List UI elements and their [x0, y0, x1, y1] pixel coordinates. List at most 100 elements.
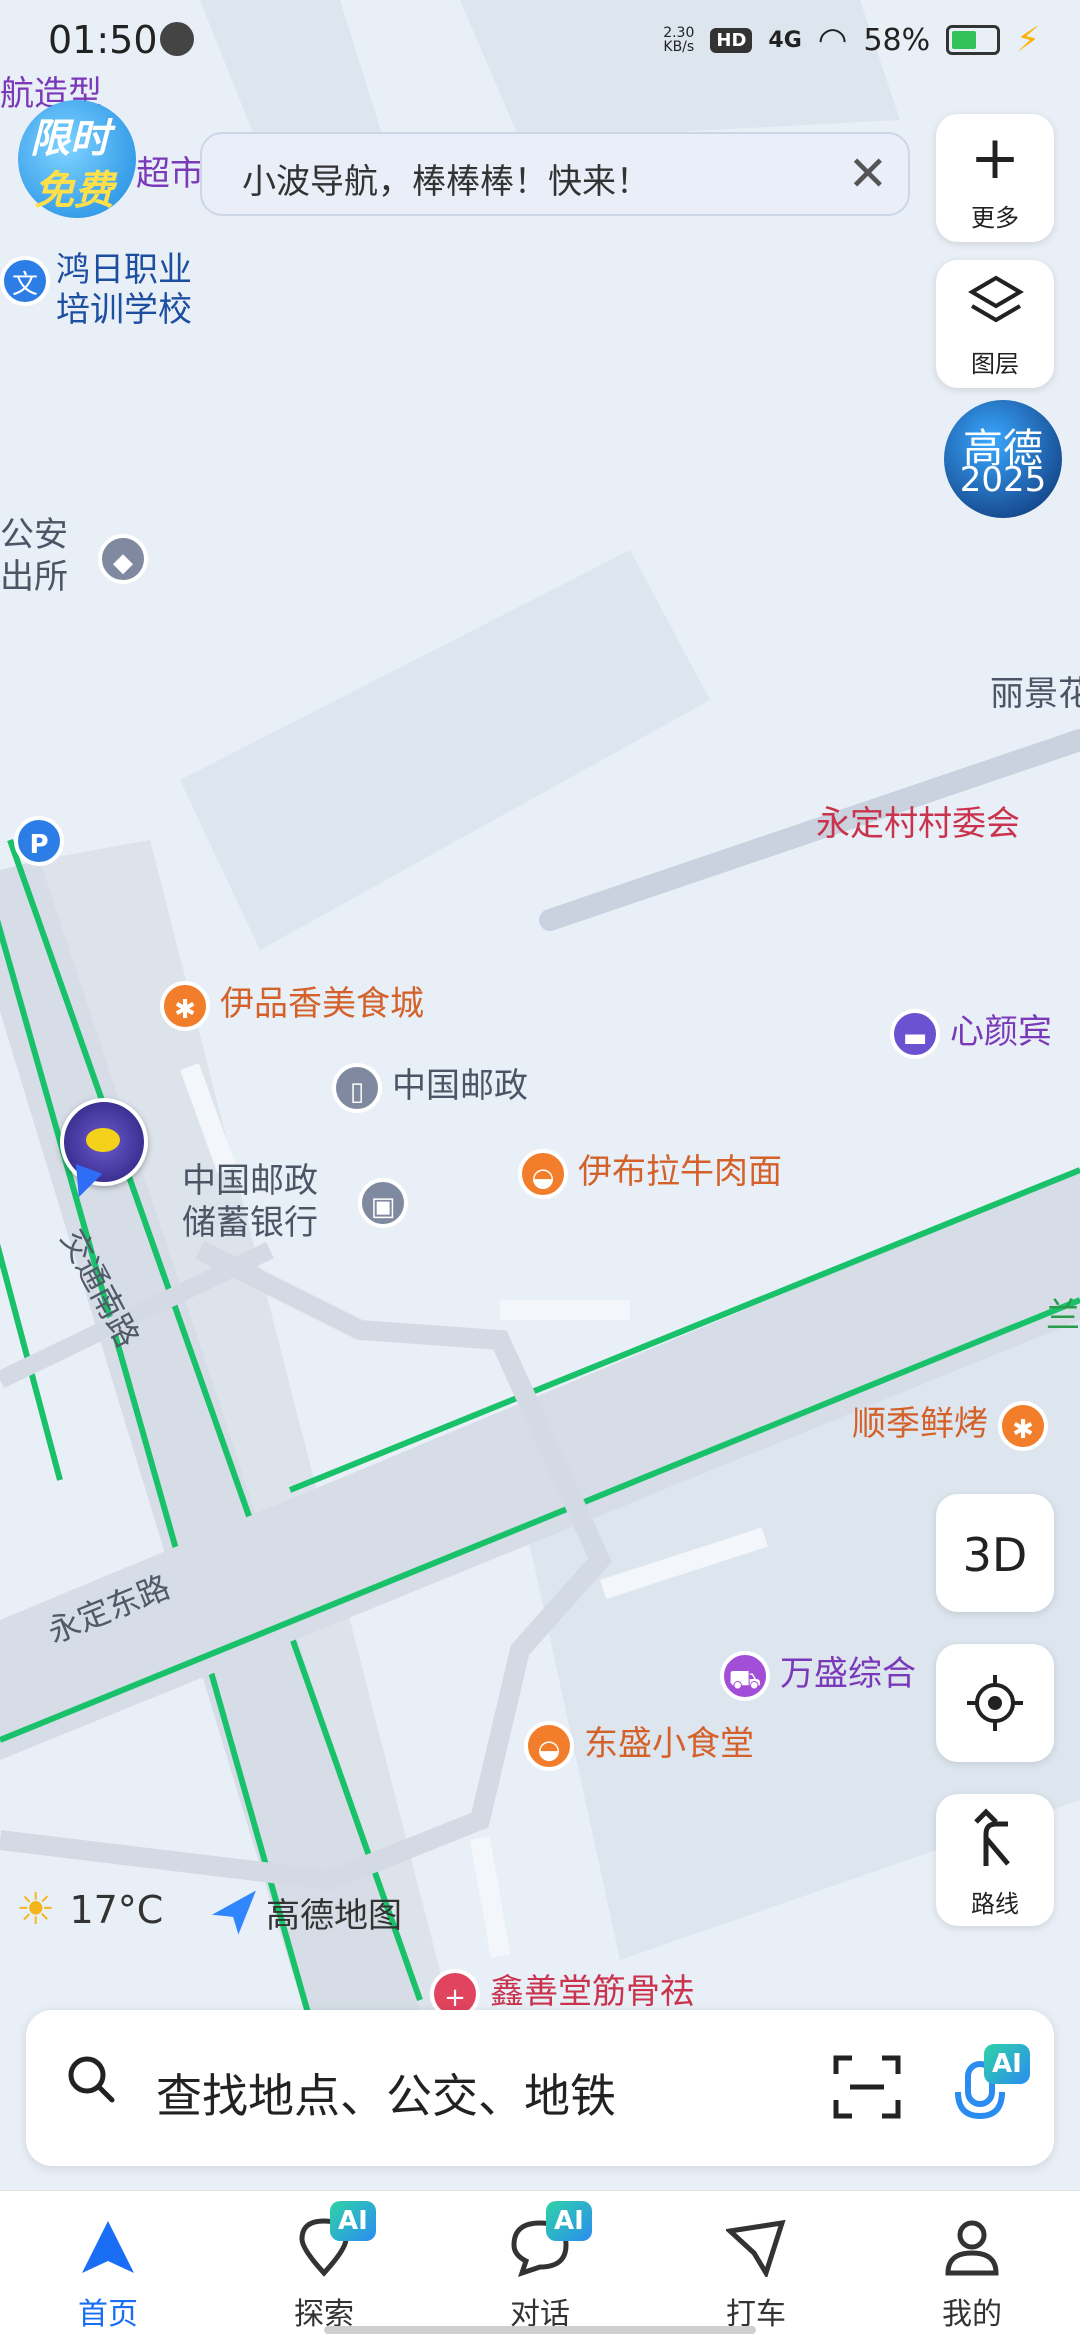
- ai-badge: AI: [546, 2201, 592, 2241]
- amap-logo-text: 高德地图: [266, 1896, 402, 1936]
- tab-profile[interactable]: 我的: [864, 2191, 1080, 2341]
- hd-icon: HD: [710, 27, 753, 53]
- clock: 01:50: [48, 18, 158, 62]
- tab-chat[interactable]: AI 对话: [432, 2191, 648, 2341]
- search-icon: [68, 2056, 115, 2103]
- 3d-toggle-button[interactable]: 3D: [936, 1494, 1054, 1612]
- net-speed-value: 2.30: [663, 25, 695, 41]
- gaode-2025-badge[interactable]: 高德 2025: [944, 400, 1062, 518]
- wechat-notification-icon: [160, 22, 194, 56]
- shopping-cart-icon: ⛟: [720, 1650, 770, 1701]
- battery-icon: [946, 25, 1001, 55]
- xinshan-label: 鑫善堂筋骨祛: [490, 1972, 694, 2012]
- user-icon: [945, 2220, 999, 2276]
- route-arrow-icon: [974, 1808, 1010, 1866]
- layers-label: 图层: [971, 350, 1019, 378]
- tab-explore[interactable]: AI 探索: [216, 2191, 432, 2341]
- poi-yipin[interactable]: ✱ 伊品香美食城: [160, 976, 424, 1031]
- poi-post[interactable]: ▯ 中国邮政: [332, 1058, 528, 1113]
- voice-search-button[interactable]: AI: [950, 2044, 1040, 2130]
- bbq-icon: ✱: [998, 1400, 1048, 1451]
- restaurant-icon: ✱: [160, 980, 210, 1031]
- poi-dongsheng[interactable]: ◒ 东盛小食堂: [524, 1716, 754, 1771]
- battery-percent: 58%: [863, 22, 931, 58]
- signal-icon: 4G: [768, 27, 802, 53]
- locate-button[interactable]: [936, 1644, 1054, 1762]
- promo-line2: 免费: [34, 168, 114, 214]
- gaode-line2: 2025: [959, 460, 1047, 500]
- layers-button[interactable]: 图层: [936, 260, 1054, 388]
- school-icon: 文: [0, 256, 50, 306]
- net-speed: 2.30 KB/s: [663, 26, 694, 54]
- hotel-icon: ▬: [890, 1008, 940, 1059]
- more-button[interactable]: + 更多: [936, 114, 1054, 242]
- sun-icon: ☀: [16, 1884, 56, 1935]
- police-line2: 出所: [0, 557, 68, 597]
- poi-supermarket-label[interactable]: 超市: [136, 146, 204, 195]
- bank-icon: ▣: [358, 1178, 408, 1228]
- scan-icon[interactable]: [832, 2054, 902, 2120]
- poi-bank-name[interactable]: 中国邮政 储蓄银行: [182, 1160, 318, 1244]
- parking-icon: P: [14, 816, 64, 866]
- status-bar: 01:50 2.30 KB/s HD 4G ◠ 58% ⚡: [0, 0, 1080, 84]
- route-label: 路线: [971, 1890, 1019, 1918]
- poi-lijing[interactable]: 丽景花: [990, 666, 1080, 715]
- poi-village[interactable]: 永定村村委会: [816, 796, 1020, 845]
- more-label: 更多: [971, 204, 1019, 232]
- voice-nav-banner[interactable]: 小波导航，棒棒棒！快来！ ✕: [200, 132, 910, 216]
- promo-line1: 限时: [30, 116, 110, 162]
- police-icon: ◆: [98, 534, 148, 584]
- shunji-label: 顺季鲜烤: [852, 1404, 988, 1444]
- route-button[interactable]: 路线: [936, 1794, 1054, 1926]
- poi-school-name[interactable]: 鸿日职业 培训学校: [56, 250, 192, 330]
- wansheng-label: 万盛综合: [780, 1654, 916, 1694]
- limited-free-promo[interactable]: 限时 免费: [18, 100, 136, 218]
- weather-widget[interactable]: ☀ 17°C: [16, 1884, 163, 1935]
- close-icon[interactable]: ✕: [848, 148, 888, 200]
- layers-icon: [968, 275, 1024, 323]
- home-indicator[interactable]: [324, 2326, 756, 2334]
- poi-police[interactable]: ◆: [98, 534, 158, 584]
- map-canvas[interactable]: 航造型 超市 文 鸿日职业 培训学校 公安 出所 ◆ 丽景花 永定村村委会 P …: [0, 0, 1080, 2340]
- 3d-label: 3D: [962, 1528, 1028, 1582]
- tab-taxi[interactable]: 打车: [648, 2191, 864, 2341]
- poi-wansheng[interactable]: ⛟ 万盛综合: [720, 1646, 916, 1701]
- amap-logo: 高德地图: [212, 1888, 402, 1937]
- charging-icon: ⚡: [1016, 20, 1040, 60]
- dongsheng-label: 东盛小食堂: [584, 1724, 754, 1764]
- search-placeholder[interactable]: 查找地点、公交、地铁: [156, 2060, 616, 2126]
- bottom-tab-bar: 首页 AI 探索 AI 对话 打车 我的: [0, 2190, 1080, 2341]
- ai-badge: AI: [984, 2044, 1030, 2084]
- post-office-icon: ▯: [332, 1062, 382, 1113]
- tab-home[interactable]: 首页: [0, 2191, 216, 2341]
- poi-bank[interactable]: ▣: [358, 1178, 418, 1228]
- noodle-icon: ◒: [518, 1148, 568, 1199]
- fish-avatar-icon: [86, 1128, 120, 1152]
- navigation-arrow-icon: [82, 2221, 134, 2273]
- poi-lan[interactable]: 兰: [1046, 1288, 1080, 1337]
- poi-xinyan[interactable]: ▬ 心颜宾: [890, 1004, 1052, 1059]
- school-name-line1: 鸿日职业: [56, 250, 192, 290]
- bank-line2: 储蓄银行: [182, 1203, 318, 1243]
- net-speed-unit: KB/s: [663, 39, 695, 55]
- poi-school[interactable]: 文: [0, 256, 60, 306]
- wifi-icon: ◠: [817, 20, 848, 60]
- search-bar[interactable]: 查找地点、公交、地铁 AI: [26, 2010, 1054, 2166]
- tab-home-label: 首页: [78, 2297, 138, 2332]
- taxi-icon: [726, 2219, 786, 2277]
- plus-icon: +: [969, 123, 1021, 193]
- yibula-label: 伊布拉牛肉面: [578, 1152, 782, 1192]
- poi-parking[interactable]: P: [14, 816, 74, 866]
- ai-badge: AI: [330, 2201, 376, 2241]
- amap-logo-icon: [212, 1890, 256, 1935]
- school-name-line2: 培训学校: [56, 290, 192, 330]
- bank-line1: 中国邮政: [182, 1161, 318, 1201]
- banner-text: 小波导航，棒棒棒！快来！: [242, 162, 650, 202]
- poi-police-name[interactable]: 公安 出所: [0, 514, 68, 598]
- yipin-label: 伊品香美食城: [220, 984, 424, 1024]
- post-label: 中国邮政: [392, 1066, 528, 1106]
- noodle-icon: ◒: [524, 1720, 574, 1771]
- poi-yibula[interactable]: ◒ 伊布拉牛肉面: [518, 1144, 782, 1199]
- crosshair-icon: [967, 1675, 1023, 1731]
- poi-shunji[interactable]: 顺季鲜烤 ✱: [852, 1396, 1058, 1451]
